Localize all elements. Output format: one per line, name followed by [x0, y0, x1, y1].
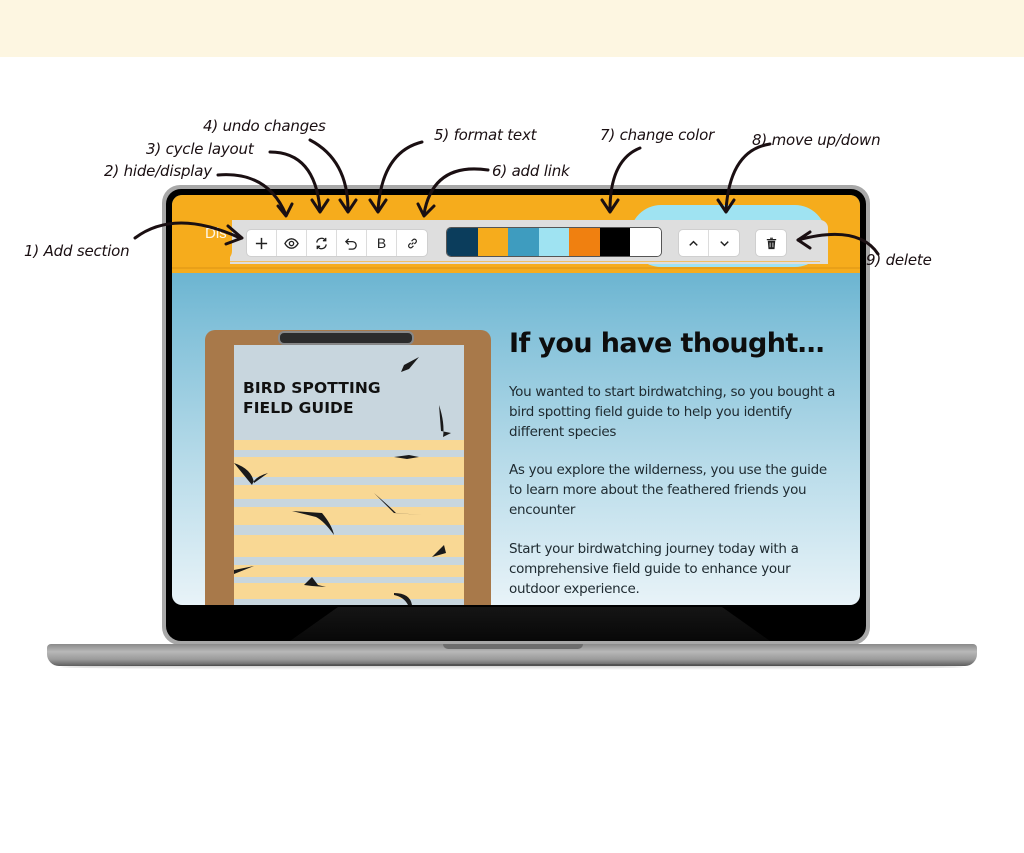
header-stripe [172, 267, 860, 273]
color-swatch[interactable] [599, 228, 630, 256]
paragraph: As you explore the wilderness, you use t… [509, 462, 827, 518]
laptop-base-notch [443, 644, 583, 649]
format-text-button[interactable]: B [367, 230, 397, 256]
move-button-group [678, 229, 740, 257]
toolbar-divider [230, 261, 820, 262]
hide-display-button[interactable] [277, 230, 307, 256]
cycle-icon [316, 237, 327, 249]
bird-icon [234, 463, 268, 485]
eye-icon [284, 237, 299, 249]
annotation-cycle-layout: 3) cycle layout [146, 140, 254, 158]
color-swatch[interactable] [508, 228, 539, 256]
delete-button-group [755, 229, 787, 257]
annotation-move-up-down: 8) move up/down [752, 131, 881, 149]
bold-icon: B [376, 235, 387, 251]
undo-icon [344, 237, 357, 250]
chevron-down-icon [719, 240, 729, 246]
color-swatch[interactable] [447, 228, 478, 256]
annotation-change-color: 7) change color [600, 126, 715, 144]
color-swatch[interactable] [569, 228, 600, 256]
annotation-format-text: 5) format text [434, 126, 537, 144]
bird-icon [292, 511, 334, 535]
color-swatch[interactable] [630, 228, 661, 256]
color-swatch[interactable] [538, 228, 569, 256]
add-link-button[interactable] [397, 230, 427, 256]
edit-button-group: B [246, 229, 428, 257]
bird-icon [234, 566, 254, 574]
annotation-hide-display: 2) hide/display [104, 162, 212, 180]
annotation-delete: 9) delete [866, 251, 932, 269]
bird-silhouettes [234, 357, 451, 605]
annotation-add-section: 1) Add section [24, 242, 130, 260]
bird-icon [432, 545, 446, 557]
chevron-up-icon [689, 240, 698, 246]
bird-icon [401, 357, 419, 372]
delete-button[interactable] [756, 230, 786, 256]
move-up-button[interactable] [679, 230, 709, 256]
laptop-shadow [60, 664, 964, 670]
color-swatch[interactable] [477, 228, 508, 256]
cycle-layout-button[interactable] [307, 230, 337, 256]
bird-icon [439, 405, 451, 437]
laptop-screen: Dis B BIRD SPOTTING FIELD GUIDE If you h… [172, 195, 860, 605]
section-headline: If you have thought… [509, 328, 825, 359]
undo-button[interactable] [337, 230, 367, 256]
field-guide-cover: BIRD SPOTTING FIELD GUIDE [234, 345, 464, 605]
move-down-button[interactable] [709, 230, 739, 256]
paragraph: You wanted to start birdwatching, so you… [509, 384, 836, 440]
paragraph: Start your birdwatching journey today wi… [509, 541, 799, 597]
top-banner [0, 0, 1024, 57]
trash-icon [766, 237, 776, 249]
link-icon [407, 238, 417, 248]
annotation-add-link: 6) add link [492, 162, 570, 180]
annotation-undo-changes: 4) undo changes [203, 117, 326, 135]
color-palette [446, 227, 662, 257]
bird-icon [394, 455, 419, 459]
bird-icon [304, 577, 326, 587]
clipboard-clip [278, 331, 414, 345]
plus-icon [255, 237, 268, 249]
keyboard-reflection [290, 607, 770, 641]
header-nav-label[interactable]: Dis [205, 225, 227, 242]
add-section-button[interactable] [247, 230, 277, 256]
bird-icon [394, 593, 412, 605]
bird-icon [374, 493, 422, 515]
